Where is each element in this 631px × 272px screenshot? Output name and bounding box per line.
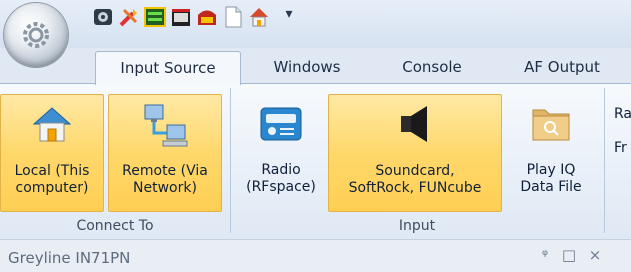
- soundcard-button[interactable]: Soundcard, SoftRock, FUNcube: [328, 94, 502, 212]
- application-menu-button[interactable]: [4, 3, 68, 67]
- radio-icon: [260, 107, 302, 141]
- maximize-icon[interactable]: □: [560, 246, 578, 264]
- docked-panel-header: Greyline IN71PN ᵠ □ ×: [0, 239, 631, 272]
- group-label: Connect To: [76, 218, 154, 234]
- group-label: Input: [398, 218, 436, 234]
- button-label: Local (This computer): [14, 163, 90, 196]
- group-separator: [230, 88, 231, 233]
- panel-title: Greyline IN71PN: [8, 249, 131, 267]
- ribbon-panel: Local (This computer) Remote (Via Networ…: [0, 83, 631, 240]
- cut-off-label-1: Ra: [614, 106, 631, 122]
- pin-icon[interactable]: ᵠ: [536, 246, 554, 264]
- tab-af-output[interactable]: AF Output: [506, 51, 618, 83]
- customize-dropdown-icon[interactable]: ▾: [278, 6, 300, 28]
- tools-icon[interactable]: [118, 6, 140, 28]
- button-label: Remote (Via Network): [122, 163, 208, 196]
- radio-rfspace-button[interactable]: Radio (RFspace): [238, 94, 324, 212]
- network-icon: [144, 104, 188, 147]
- input-group: Radio (RFspace) Soundcard, SoftRock, FUN…: [232, 84, 602, 239]
- tab-input-source[interactable]: Input Source: [95, 51, 241, 85]
- document-icon[interactable]: [222, 6, 244, 28]
- remote-network-button[interactable]: Remote (Via Network): [108, 94, 222, 212]
- tab-windows[interactable]: Windows: [257, 51, 357, 83]
- button-label: Soundcard, SoftRock, FUNcube: [348, 163, 482, 196]
- home-icon[interactable]: [248, 6, 270, 28]
- cut-off-label-2: Fr: [614, 140, 627, 156]
- connect-to-group: Local (This computer) Remote (Via Networ…: [0, 84, 230, 239]
- folder-icon: [532, 109, 570, 141]
- spectrum-icon[interactable]: [144, 6, 166, 28]
- button-label: Play IQ Data File: [520, 162, 582, 195]
- play-iq-file-button[interactable]: Play IQ Data File: [506, 94, 596, 212]
- calendar-icon[interactable]: [170, 6, 192, 28]
- tab-console[interactable]: Console: [387, 51, 477, 83]
- settings-icon[interactable]: [92, 6, 114, 28]
- gear-icon: [23, 22, 49, 48]
- record-icon[interactable]: [196, 6, 218, 28]
- group-separator: [604, 88, 605, 233]
- close-icon[interactable]: ×: [586, 246, 604, 264]
- button-label: Radio (RFspace): [246, 162, 316, 195]
- home-icon: [32, 107, 72, 142]
- local-computer-button[interactable]: Local (This computer): [0, 94, 104, 212]
- ribbon-tabs: Input Source Windows Console AF Output: [0, 49, 631, 85]
- speaker-icon: [401, 106, 427, 142]
